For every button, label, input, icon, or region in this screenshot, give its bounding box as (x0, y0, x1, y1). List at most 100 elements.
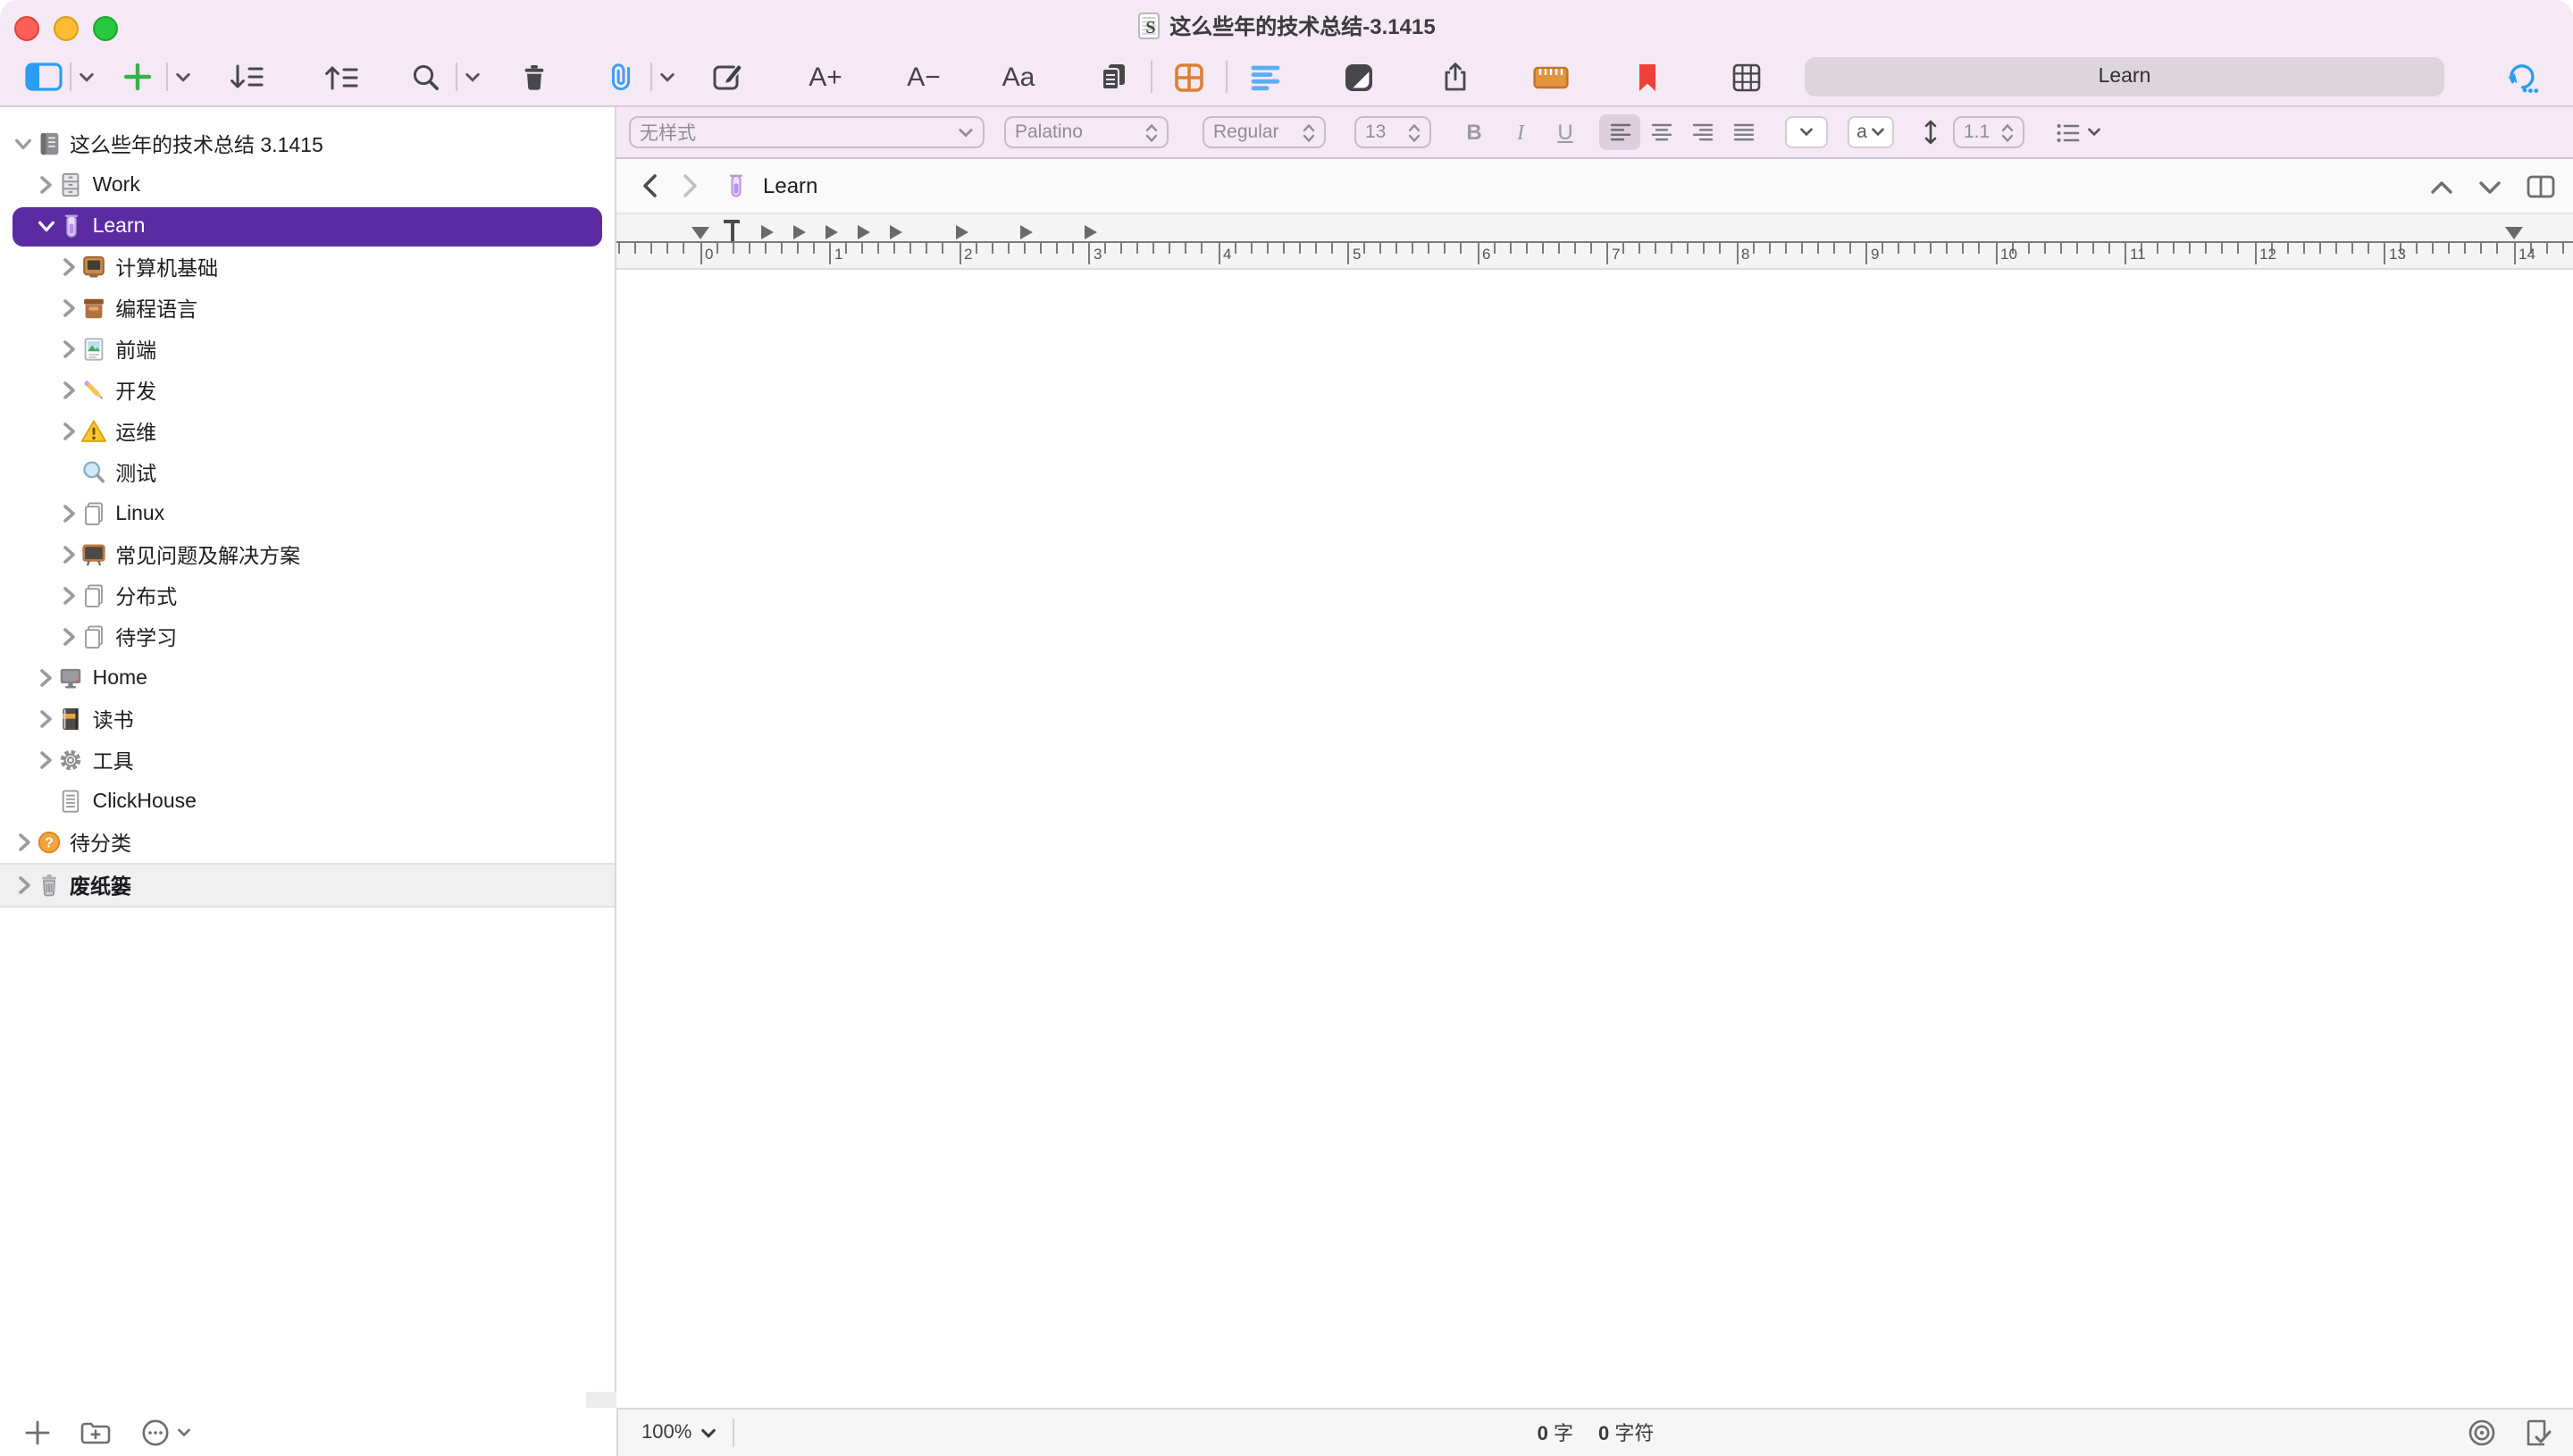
add-document-button[interactable] (25, 1419, 50, 1444)
chevron-right-icon[interactable] (60, 340, 78, 358)
tab-stop-marker[interactable] (793, 224, 806, 238)
sidebar-item-待学习[interactable]: 待学习 (0, 616, 615, 657)
sidebar-item-分布式[interactable]: 分布式 (0, 575, 615, 616)
sidebar-item-测试[interactable]: 测试 (0, 452, 615, 493)
chevron-right-icon[interactable] (38, 710, 55, 728)
chevron-right-icon[interactable] (14, 833, 32, 851)
chevron-right-icon[interactable] (60, 299, 78, 317)
proofing-button[interactable] (2525, 1418, 2552, 1447)
right-margin-marker[interactable] (2504, 227, 2522, 239)
sidebar-item-工具[interactable]: 工具 (0, 740, 615, 781)
align-center-button[interactable] (1640, 114, 1681, 150)
share-button[interactable] (1435, 50, 1474, 104)
chevron-right-icon[interactable] (14, 876, 32, 894)
chevron-right-icon[interactable] (60, 505, 78, 523)
left-margin-marker[interactable] (691, 227, 708, 239)
sidebar-toggle-button[interactable] (21, 50, 64, 104)
line-spacing-button[interactable] (1919, 116, 1940, 148)
sidebar-item-废纸篓[interactable]: 废纸篓 (0, 863, 615, 908)
highlight-color-dropdown[interactable]: a (1848, 116, 1894, 148)
compose-button[interactable] (708, 50, 747, 104)
chevron-right-icon[interactable] (60, 587, 78, 605)
bookmark-button[interactable] (1630, 50, 1665, 104)
ruler-toggle-button[interactable] (1530, 50, 1572, 104)
tab-stop-marker[interactable] (891, 224, 903, 238)
align-justify-button[interactable] (1722, 114, 1764, 150)
focus-target-button[interactable] (2468, 1418, 2496, 1447)
tab-stop-marker[interactable] (1085, 224, 1097, 238)
attachment-menu[interactable] (650, 50, 675, 104)
add-row-menu[interactable] (166, 50, 191, 104)
sidebar-item-运维[interactable]: 运维 (0, 411, 615, 452)
chevron-right-icon[interactable] (38, 751, 55, 769)
increase-font-button[interactable]: A+ (802, 50, 849, 104)
bold-button[interactable]: B (1462, 116, 1487, 148)
ruler[interactable]: 01234567891011121314 (616, 214, 2573, 270)
chevron-right-icon[interactable] (60, 546, 78, 564)
chevron-down-icon[interactable] (14, 135, 32, 153)
back-button[interactable] (641, 173, 658, 198)
font-weight-select[interactable]: Regular (1203, 116, 1326, 148)
chevron-right-icon[interactable] (38, 669, 55, 687)
add-folder-button[interactable] (80, 1419, 111, 1444)
chevron-right-icon[interactable] (60, 258, 78, 276)
sync-button[interactable] (2500, 50, 2546, 104)
tab-stop-marker[interactable] (955, 224, 968, 238)
tab-stop-marker[interactable] (761, 224, 774, 238)
next-row-button[interactable] (2478, 180, 2502, 194)
chevron-right-icon[interactable] (60, 423, 78, 440)
sidebar-toggle-menu[interactable] (70, 50, 95, 104)
chevron-right-icon[interactable] (38, 176, 55, 194)
decrease-font-button[interactable]: A− (901, 50, 947, 104)
style-dropdown[interactable]: 无样式 (629, 116, 985, 148)
chevron-right-icon[interactable] (60, 628, 78, 646)
split-view-button[interactable] (2527, 175, 2555, 198)
reorganize-button[interactable] (1245, 50, 1285, 104)
sidebar-item-前端[interactable]: 前端 (0, 329, 615, 370)
sidebar-item-开发[interactable]: 开发 (0, 370, 615, 411)
align-right-button[interactable] (1681, 114, 1722, 150)
move-row-up-button[interactable] (322, 50, 361, 104)
forward-button[interactable] (683, 173, 699, 198)
italic-button[interactable]: I (1508, 116, 1533, 148)
document-canvas[interactable] (616, 270, 2573, 1408)
tab-stop-marker[interactable] (826, 224, 838, 238)
sidebar-item-编程语言[interactable]: 编程语言 (0, 288, 615, 329)
sidebar-item-常见问题及解决方案[interactable]: 常见问题及解决方案 (0, 534, 615, 575)
sidebar-item-这么些年的技术总结-3.1415[interactable]: 这么些年的技术总结 3.1415 (0, 123, 615, 164)
text-color-dropdown[interactable] (1785, 116, 1828, 148)
chevron-right-icon[interactable] (60, 381, 78, 399)
sidebar-item-ClickHouse[interactable]: ClickHouse (0, 781, 615, 822)
sidebar-item-Home[interactable]: Home (0, 657, 615, 699)
more-actions-button[interactable] (141, 1418, 191, 1446)
copy-style-button[interactable] (1094, 50, 1133, 104)
sidebar-item-计算机基础[interactable]: 计算机基础 (0, 247, 615, 288)
sidebar-item-Work[interactable]: Work (0, 164, 615, 205)
attachment-button[interactable] (602, 50, 638, 104)
table-button[interactable] (1726, 50, 1765, 104)
font-family-select[interactable]: Palatino (1004, 116, 1169, 148)
move-row-down-button[interactable] (227, 50, 266, 104)
line-spacing-stepper[interactable]: 1.1 (1953, 116, 2024, 148)
fonts-button[interactable]: Aa (995, 50, 1042, 104)
tab-stop-marker[interactable] (858, 224, 870, 238)
sidebar-item-Linux[interactable]: Linux (0, 493, 615, 534)
search-button[interactable] (407, 50, 443, 104)
sidebar-item-Learn[interactable]: Learn (0, 205, 615, 247)
chevron-down-icon[interactable] (38, 217, 55, 235)
align-left-button[interactable] (1599, 114, 1640, 150)
document-switcher-field[interactable]: Learn (1805, 57, 2444, 96)
sidebar-item-待分类[interactable]: ?待分类 (0, 822, 615, 863)
tab-stop-marker[interactable] (1020, 224, 1033, 238)
list-style-dropdown[interactable] (2051, 116, 2105, 148)
underline-button[interactable]: U (1553, 116, 1578, 148)
search-menu[interactable] (456, 50, 481, 104)
sidebar-item-读书[interactable]: 读书 (0, 699, 615, 740)
prev-row-button[interactable] (2430, 180, 2453, 194)
appearance-button[interactable] (1338, 50, 1378, 104)
first-line-indent-marker[interactable] (724, 220, 740, 241)
delete-button[interactable] (516, 50, 552, 104)
add-row-button[interactable] (120, 50, 155, 104)
font-size-stepper[interactable]: 13 (1354, 116, 1431, 148)
columns-button[interactable] (1169, 50, 1208, 104)
